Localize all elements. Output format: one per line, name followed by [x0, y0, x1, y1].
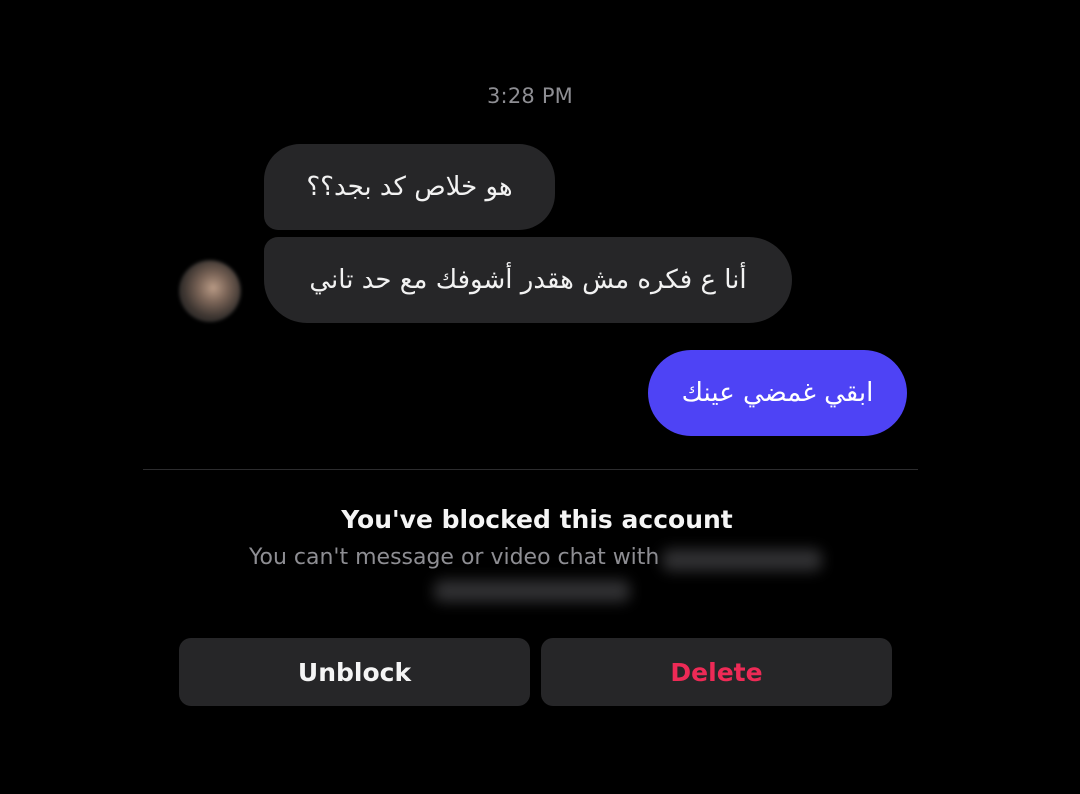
unblock-label: Unblock: [297, 657, 412, 687]
incoming-message-bubble[interactable]: أنا ع فكره مش هقدر أشوفك مع حد تاني: [264, 237, 792, 323]
blocked-title: You've blocked this account: [341, 505, 733, 534]
outgoing-message-bubble[interactable]: ابقي غمضي عينك: [648, 350, 907, 436]
divider: [143, 469, 918, 470]
unblock-button[interactable]: Unblock: [179, 638, 530, 706]
delete-button[interactable]: Delete: [541, 638, 892, 706]
redacted-username: [434, 580, 630, 602]
message-text: أنا ع فكره مش هقدر أشوفك مع حد تاني: [309, 265, 747, 295]
message-text: هو خلاص كد بجد؟؟: [306, 172, 513, 202]
message-timestamp: 3:28 PM: [486, 84, 573, 108]
message-text: ابقي غمضي عينك: [681, 378, 874, 408]
contact-avatar[interactable]: [179, 260, 241, 322]
delete-label: Delete: [670, 657, 763, 687]
blocked-subtitle: You can't message or video chat with: [249, 545, 660, 570]
incoming-message-bubble[interactable]: هو خلاص كد بجد؟؟: [264, 144, 555, 230]
redacted-name: [662, 549, 822, 571]
